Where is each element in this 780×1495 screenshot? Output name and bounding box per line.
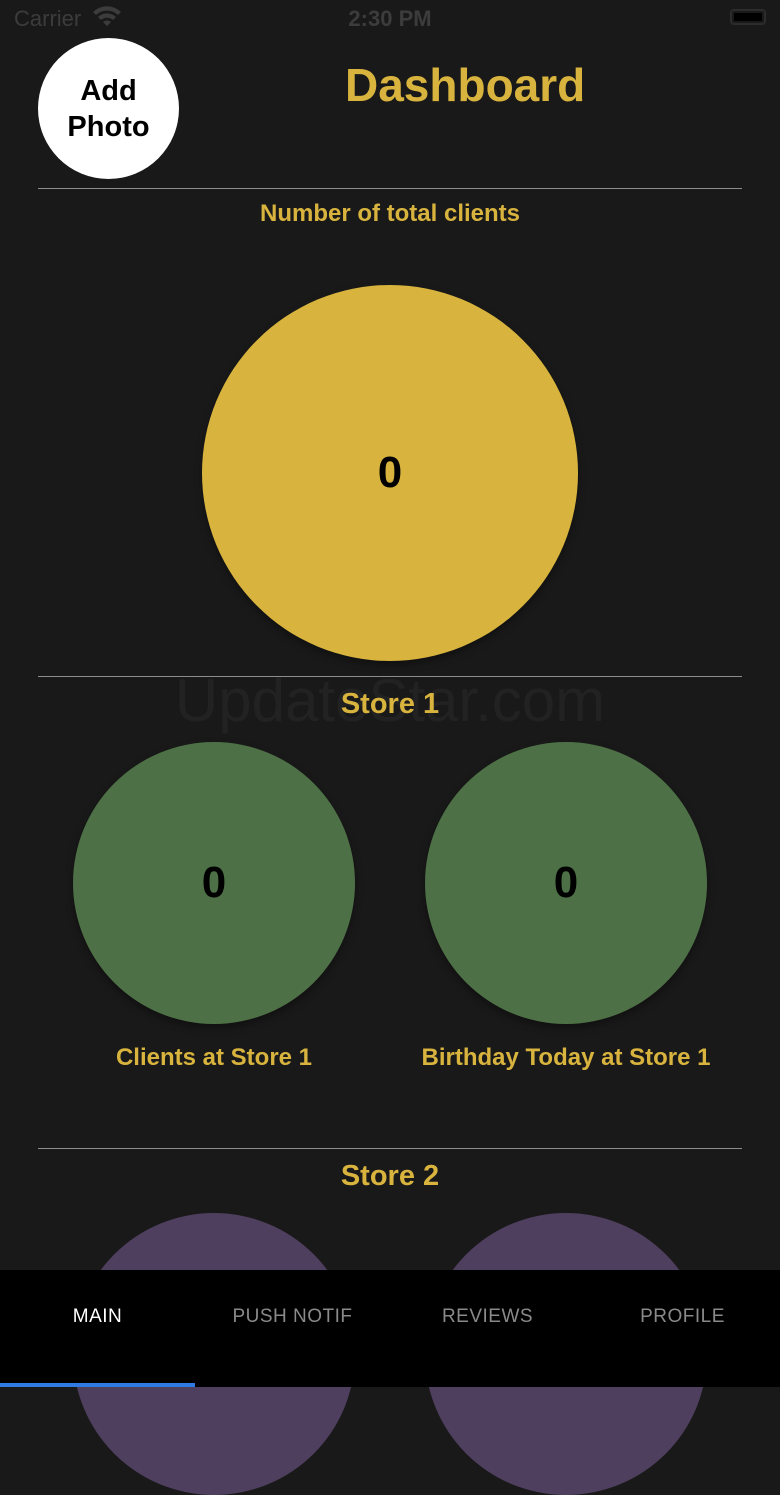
bottom-tab-bar: MAIN PUSH NOTIF REVIEWS PROFILE [0, 1270, 780, 1387]
status-time: 2:30 PM [348, 6, 432, 31]
store1-birthday-value: 0 [553, 858, 579, 907]
active-tab-indicator [0, 1383, 195, 1387]
divider [38, 188, 742, 189]
tab-main[interactable]: MAIN [0, 1270, 195, 1387]
battery-icon [730, 9, 766, 25]
store1-clients-value: 0 [201, 858, 227, 907]
store2-title: Store 2 [340, 1160, 440, 1192]
tab-push-notif[interactable]: PUSH NOTIF [195, 1270, 390, 1387]
tab-main-label: MAIN [72, 1306, 123, 1327]
tab-profile-label: PROFILE [640, 1306, 725, 1327]
total-clients-value: 0 [377, 448, 403, 497]
total-clients-label: Number of total clients [259, 200, 521, 227]
status-bar: Carrier 2:30 PM [0, 0, 780, 40]
page-title: Dashboard [345, 59, 586, 111]
store1-birthday-circle[interactable]: 0 [425, 742, 707, 1024]
divider [38, 1148, 742, 1149]
store1-title: Store 1 [340, 688, 440, 720]
tab-reviews[interactable]: REVIEWS [390, 1270, 585, 1387]
store1-birthday-label: Birthday Today at Store 1 [421, 1044, 711, 1071]
total-clients-circle[interactable]: 0 [202, 285, 578, 661]
tab-reviews-label: REVIEWS [441, 1306, 534, 1327]
tab-profile[interactable]: PROFILE [585, 1270, 780, 1387]
tab-push-notif-label: PUSH NOTIF [232, 1306, 353, 1327]
store1-clients-circle[interactable]: 0 [73, 742, 355, 1024]
add-photo-button[interactable]: Add Photo [38, 38, 179, 179]
store1-clients-label: Clients at Store 1 [115, 1044, 313, 1071]
